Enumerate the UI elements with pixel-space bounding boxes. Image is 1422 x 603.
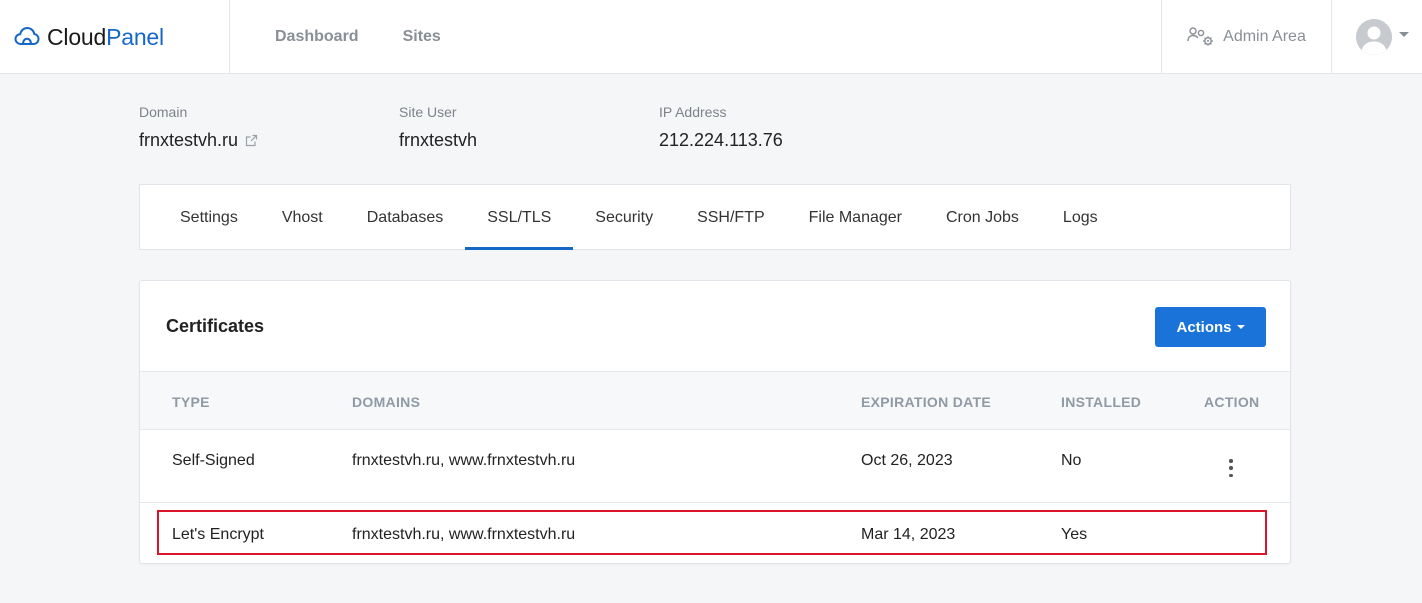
nav-sites[interactable]: Sites xyxy=(403,28,441,46)
admin-area-label: Admin Area xyxy=(1223,28,1306,45)
cell-expiration: Oct 26, 2023 xyxy=(861,452,953,469)
tab-security[interactable]: Security xyxy=(573,185,675,249)
cell-installed: Yes xyxy=(1061,526,1088,543)
cell-type: Self-Signed xyxy=(172,452,255,469)
cell-installed: No xyxy=(1061,452,1082,469)
actions-label: Actions xyxy=(1176,318,1232,336)
card-header: Certificates Actions xyxy=(140,281,1290,372)
user-avatar-icon xyxy=(1356,19,1392,55)
ip-address-value: 212.224.113.76 xyxy=(659,130,783,150)
column-header-domains: DOMAINS xyxy=(352,394,421,410)
cell-domains: frnxtestvh.ru, www.frnxtestvh.ru xyxy=(352,526,576,543)
site-user-label: Site User xyxy=(399,104,457,120)
users-gear-icon xyxy=(1187,27,1213,46)
chevron-down-icon[interactable] xyxy=(1399,31,1409,37)
cell-type: Let's Encrypt xyxy=(172,526,264,543)
nav-dashboard[interactable]: Dashboard xyxy=(275,28,359,46)
column-header-action: ACTION xyxy=(1204,394,1260,410)
cell-domains: frnxtestvh.ru, www.frnxtestvh.ru xyxy=(352,452,576,469)
tab-logs[interactable]: Logs xyxy=(1041,185,1120,249)
domain-value[interactable]: frnxtestvh.ru xyxy=(139,130,238,151)
site-user-value: frnxtestvh xyxy=(399,130,478,150)
domain-info: Domain frnxtestvh.ru xyxy=(139,104,258,151)
tab-cron-jobs[interactable]: Cron Jobs xyxy=(924,185,1041,249)
top-bar: CloudPanel Dashboard Sites Admin Area xyxy=(0,0,1422,74)
tab-ssl-tls[interactable]: SSL/TLS xyxy=(465,185,574,250)
admin-area-link[interactable]: Admin Area xyxy=(1161,0,1332,74)
column-header-expiration: EXPIRATION DATE xyxy=(861,394,991,410)
domain-label: Domain xyxy=(139,104,188,120)
ip-address-label: IP Address xyxy=(659,104,727,120)
cloud-logo-icon xyxy=(14,26,40,45)
site-user-info: Site User frnxtestvh xyxy=(399,104,477,151)
actions-button[interactable]: Actions xyxy=(1155,307,1266,347)
tab-settings[interactable]: Settings xyxy=(160,185,260,249)
external-link-icon[interactable] xyxy=(245,134,258,147)
table-row: Self-Signed frnxtestvh.ru, www.frnxtestv… xyxy=(140,430,1290,503)
tab-file-manager[interactable]: File Manager xyxy=(787,185,924,249)
tab-vhost[interactable]: Vhost xyxy=(260,185,345,249)
ip-address-info: IP Address 212.224.113.76 xyxy=(659,104,783,151)
tab-ssh-ftp[interactable]: SSH/FTP xyxy=(675,185,787,249)
more-vertical-icon[interactable] xyxy=(1225,459,1237,477)
caret-down-icon xyxy=(1236,325,1245,329)
brand-name: CloudPanel xyxy=(47,23,164,50)
user-menu[interactable] xyxy=(1332,0,1422,74)
main-nav: Dashboard Sites xyxy=(275,0,485,74)
table-header: TYPE DOMAINS EXPIRATION DATE INSTALLED A… xyxy=(140,372,1290,430)
column-header-installed: INSTALLED xyxy=(1061,394,1142,410)
table-row: Let's Encrypt frnxtestvh.ru, www.frnxtes… xyxy=(140,503,1290,564)
certificates-card: Certificates Actions TYPE DOMAINS EXPIRA… xyxy=(139,280,1291,564)
avatar[interactable] xyxy=(1356,19,1392,55)
column-header-type: TYPE xyxy=(172,394,210,410)
site-tabs: Settings Vhost Databases SSL/TLS Securit… xyxy=(139,184,1291,250)
tab-databases[interactable]: Databases xyxy=(345,185,466,249)
card-title: Certificates xyxy=(166,316,265,336)
brand[interactable]: CloudPanel xyxy=(0,0,230,74)
cell-expiration: Mar 14, 2023 xyxy=(861,526,956,543)
